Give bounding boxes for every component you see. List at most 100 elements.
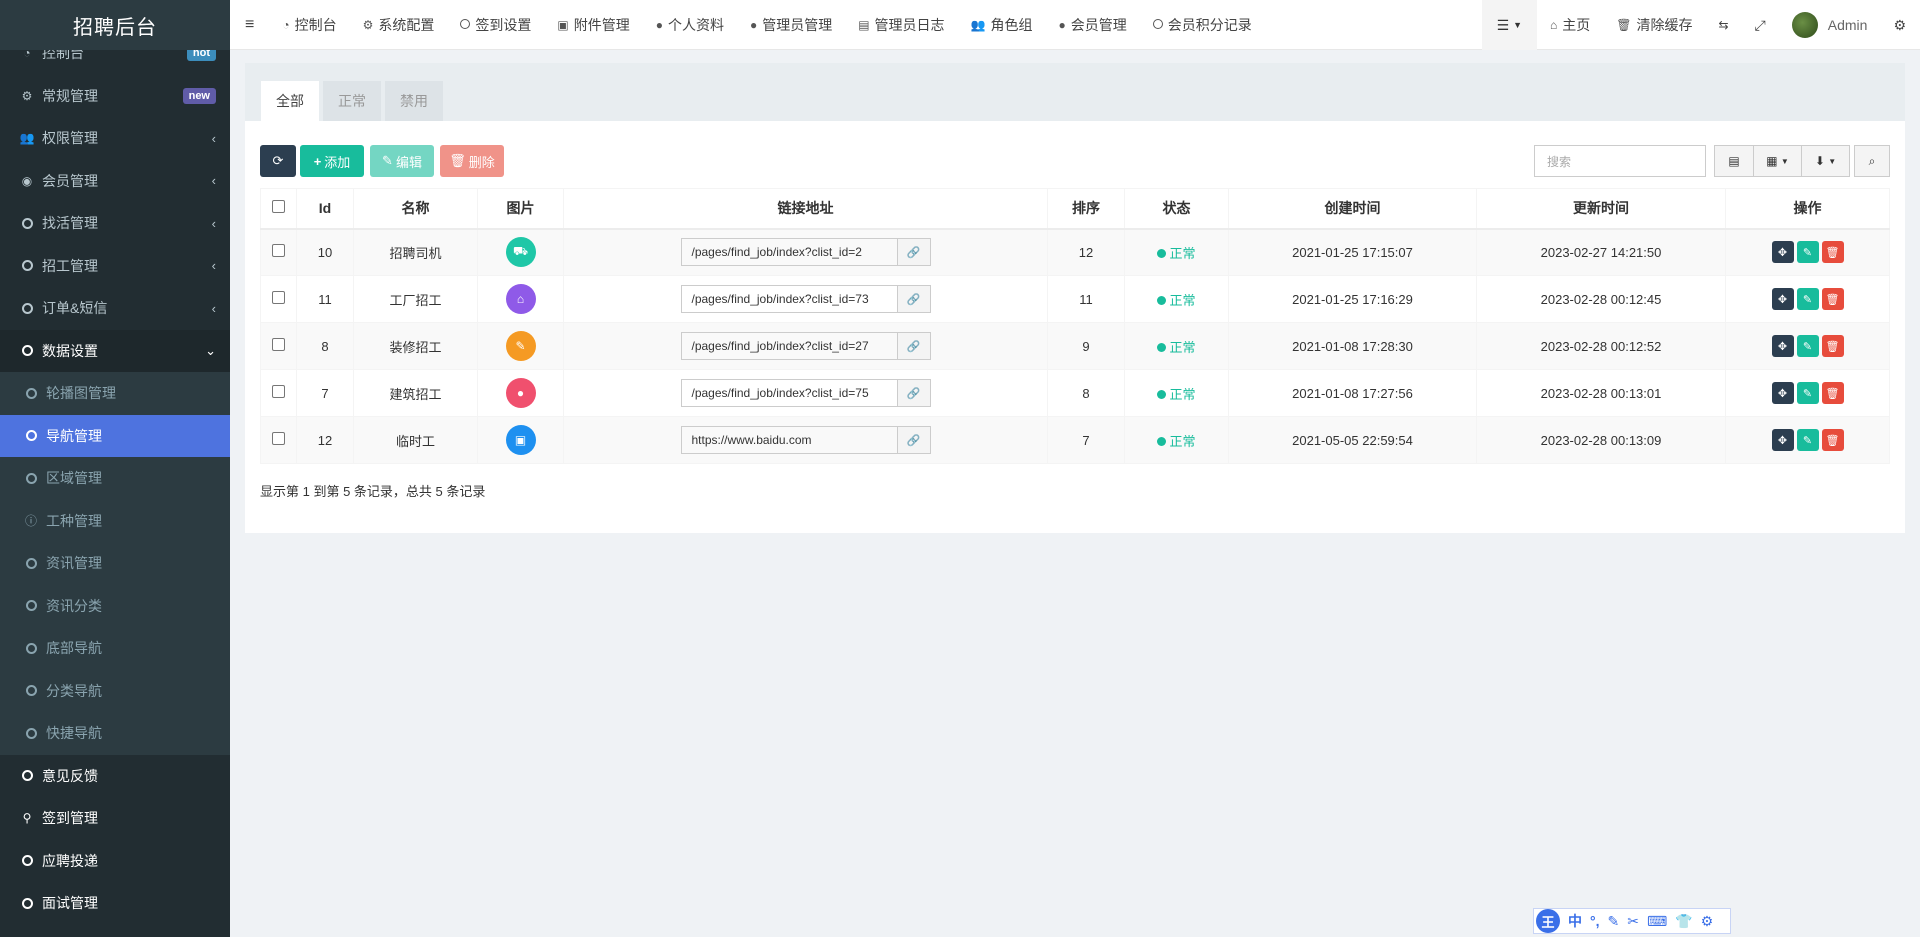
- row-delete-button[interactable]: 🗑: [1821, 382, 1844, 404]
- drag-sort-button[interactable]: ✥: [1771, 335, 1794, 357]
- export-button[interactable]: ⬇ ▼: [1802, 145, 1850, 177]
- url-text[interactable]: /pages/find_job/index?clist_id=73: [682, 286, 898, 312]
- status-badge[interactable]: 正常: [1124, 228, 1229, 276]
- user-menu[interactable]: Admin: [1779, 0, 1881, 50]
- drag-sort-button[interactable]: ✥: [1771, 382, 1794, 404]
- nav-clear-cache[interactable]: 🗑 清除缓存: [1603, 0, 1705, 50]
- link-icon[interactable]: 🔗: [897, 427, 930, 453]
- scissors-icon[interactable]: ✂: [1627, 913, 1639, 930]
- col-updated[interactable]: 更新时间: [1476, 188, 1726, 230]
- row-delete-button[interactable]: 🗑: [1821, 241, 1844, 264]
- sidebar-sub-job-type[interactable]: ⓘ 工种管理: [0, 499, 230, 542]
- row-checkbox[interactable]: [272, 432, 285, 445]
- nav-system-config[interactable]: ⚙ 系统配置: [350, 0, 448, 50]
- drag-sort-button[interactable]: ✥: [1771, 241, 1794, 264]
- sidebar-sub-bottom-nav[interactable]: 底部导航: [0, 627, 230, 670]
- app-logo[interactable]: 招聘后台: [0, 0, 230, 50]
- link-icon[interactable]: 🔗: [897, 380, 930, 406]
- row-edit-button[interactable]: ✎: [1796, 288, 1819, 310]
- brush-icon[interactable]: ✎: [505, 331, 536, 361]
- row-checkbox[interactable]: [272, 291, 285, 304]
- url-text[interactable]: /pages/find_job/index?clist_id=75: [682, 380, 898, 406]
- sidebar-item-auth[interactable]: 👥 权限管理 ‹: [0, 117, 230, 160]
- sidebar-item-interview[interactable]: 面试管理: [0, 882, 230, 925]
- col-sort[interactable]: 排序: [1047, 188, 1125, 230]
- add-button[interactable]: + 添加: [300, 145, 364, 177]
- nav-profile[interactable]: ● 个人资料: [643, 0, 737, 50]
- nav-dashboard[interactable]: ◔ 控制台: [269, 0, 349, 50]
- sidebar-item-recruit[interactable]: 招工管理 ‹: [0, 245, 230, 288]
- sidebar-item-member[interactable]: ◉ 会员管理 ‹: [0, 160, 230, 203]
- pen-icon[interactable]: ✎: [1608, 913, 1620, 930]
- drag-sort-button[interactable]: ✥: [1771, 429, 1794, 451]
- col-name[interactable]: 名称: [353, 188, 478, 230]
- sidebar-item-applications[interactable]: 应聘投递: [0, 840, 230, 883]
- row-delete-button[interactable]: 🗑: [1821, 335, 1844, 357]
- sidebar-sub-news-category[interactable]: 资讯分类: [0, 584, 230, 627]
- tab-disabled[interactable]: 禁用: [385, 81, 443, 121]
- nav-home[interactable]: ⌂ 主页: [1537, 0, 1603, 50]
- link-icon[interactable]: 🔗: [897, 333, 930, 359]
- edit-button[interactable]: ✎ 编辑: [370, 145, 434, 177]
- sidebar-item-feedback[interactable]: 意见反馈: [0, 755, 230, 798]
- status-badge[interactable]: 正常: [1124, 416, 1229, 464]
- row-edit-button[interactable]: ✎: [1796, 335, 1819, 357]
- row-checkbox[interactable]: [272, 338, 285, 351]
- sidebar-item-data-settings[interactable]: 数据设置 ⌄: [0, 329, 230, 372]
- briefcase-icon[interactable]: ▣: [505, 425, 536, 455]
- factory-icon[interactable]: ⌂: [505, 284, 536, 314]
- sidebar-sub-quick-nav[interactable]: 快捷导航: [0, 712, 230, 755]
- sidebar-sub-banner[interactable]: 轮播图管理: [0, 372, 230, 415]
- truck-icon[interactable]: ⛟: [505, 237, 536, 268]
- col-id[interactable]: Id: [296, 188, 354, 230]
- url-text[interactable]: /pages/find_job/index?clist_id=2: [682, 239, 898, 266]
- status-badge[interactable]: 正常: [1124, 322, 1229, 370]
- url-text[interactable]: /pages/find_job/index?clist_id=27: [682, 333, 898, 359]
- row-delete-button[interactable]: 🗑: [1821, 288, 1844, 310]
- sidebar-item-find-work[interactable]: 找活管理 ‹: [0, 202, 230, 245]
- row-checkbox[interactable]: [272, 244, 285, 258]
- refresh-button[interactable]: ⟳: [260, 145, 296, 177]
- status-badge[interactable]: 正常: [1124, 275, 1229, 323]
- nav-attachments[interactable]: ▣ 附件管理: [544, 0, 642, 50]
- status-badge[interactable]: 正常: [1124, 369, 1229, 417]
- nav-admin-log[interactable]: ▤ 管理员日志: [845, 0, 957, 50]
- keyboard-icon[interactable]: ⌨: [1647, 913, 1667, 930]
- row-edit-button[interactable]: ✎: [1796, 241, 1819, 264]
- link-icon[interactable]: 🔗: [897, 286, 930, 312]
- menu-dropdown-toggle[interactable]: ☰ ▼: [1481, 0, 1537, 50]
- delete-button[interactable]: 🗑 删除: [440, 145, 504, 177]
- search-input[interactable]: 搜索: [1534, 145, 1706, 177]
- nav-role-group[interactable]: 👥 角色组: [958, 0, 1046, 50]
- tab-normal[interactable]: 正常: [323, 81, 381, 121]
- tab-all[interactable]: 全部: [261, 81, 319, 121]
- punctuation-icon[interactable]: °,: [1590, 913, 1600, 929]
- ime-settings-icon[interactable]: ⚙: [1701, 913, 1714, 930]
- columns-button[interactable]: ▦ ▼: [1754, 145, 1802, 177]
- skin-icon[interactable]: 👕: [1675, 913, 1692, 930]
- row-edit-button[interactable]: ✎: [1796, 382, 1819, 404]
- ime-logo[interactable]: 王: [1536, 909, 1560, 933]
- row-edit-button[interactable]: ✎: [1796, 429, 1819, 451]
- sidebar-sub-category-nav[interactable]: 分类导航: [0, 669, 230, 712]
- link-icon[interactable]: 🔗: [897, 239, 930, 266]
- nav-member-manage[interactable]: ● 会员管理: [1046, 0, 1140, 50]
- sidebar-item-orders-sms[interactable]: 订单&短信 ‹: [0, 287, 230, 330]
- toggle-view-button[interactable]: ▤: [1714, 145, 1754, 177]
- sidebar-toggle-icon[interactable]: ≡: [230, 16, 269, 34]
- nav-member-points[interactable]: 会员积分记录: [1140, 0, 1265, 50]
- advanced-search-button[interactable]: ⌕: [1854, 145, 1890, 177]
- nav-admin-manage[interactable]: ● 管理员管理: [737, 0, 845, 50]
- drag-sort-button[interactable]: ✥: [1771, 288, 1794, 310]
- sidebar-item-general[interactable]: ⚙ 常规管理 new: [0, 75, 230, 118]
- sidebar-sub-navigation[interactable]: 导航管理: [0, 414, 230, 457]
- language-icon[interactable]: ⇆: [1705, 0, 1741, 50]
- settings-icon[interactable]: ⚙: [1880, 0, 1920, 50]
- url-text[interactable]: https://www.baidu.com: [682, 427, 898, 453]
- col-created[interactable]: 创建时间: [1228, 188, 1477, 230]
- drop-icon[interactable]: ●: [505, 378, 536, 408]
- select-all-checkbox[interactable]: [272, 200, 285, 214]
- sidebar-sub-region[interactable]: 区域管理: [0, 457, 230, 500]
- sidebar-item-signin[interactable]: ⚲ 签到管理: [0, 797, 230, 840]
- row-checkbox[interactable]: [272, 385, 285, 398]
